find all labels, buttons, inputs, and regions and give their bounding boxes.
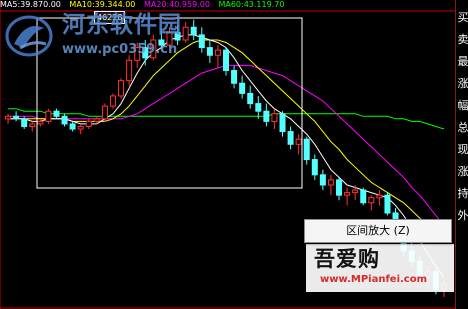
candle-down	[263, 110, 270, 122]
candle-up	[126, 59, 133, 82]
candle-up	[93, 118, 100, 122]
candle-down	[190, 26, 197, 36]
quote-panel-label: 外	[457, 209, 468, 222]
candle-up	[29, 123, 36, 127]
candle-up	[352, 189, 359, 194]
candle-up	[109, 95, 116, 107]
candle-down	[408, 250, 415, 262]
candle-up	[440, 283, 447, 290]
selection-value-label: 46228	[94, 11, 126, 24]
candle-up	[424, 270, 431, 278]
candle-down	[287, 131, 294, 145]
candle-up	[77, 125, 84, 130]
candle-down	[239, 82, 246, 94]
candle-down	[360, 189, 367, 204]
candle-down	[13, 115, 20, 120]
candle-up	[45, 110, 52, 122]
zoom-interval-menu-item[interactable]: 区间放大 (Z)	[305, 220, 451, 242]
candles-group	[5, 19, 447, 297]
candle-up	[295, 138, 302, 145]
candle-up	[134, 47, 141, 61]
ma5-label: MA5:39.870.00	[0, 0, 61, 9]
chart-gridlines	[0, 0, 455, 309]
context-menu: 区间放大 (Z)	[304, 219, 452, 243]
candle-down	[21, 118, 28, 127]
quote-panel-label: 买	[457, 11, 468, 24]
candle-down	[158, 39, 165, 46]
candle-down	[198, 34, 205, 49]
quote-panel-label: 涨	[457, 165, 468, 178]
candle-down	[142, 47, 149, 59]
candle-up	[101, 105, 108, 120]
stock-chart-window[interactable]: MA5:39.870.00 MA10:39.344.00 MA20:40.959…	[0, 0, 468, 309]
quote-panel-label: 持	[457, 187, 468, 200]
ma10-label: MA10:39.344.00	[69, 0, 136, 9]
candle-down	[416, 260, 423, 278]
quote-panel-label: 卖	[457, 33, 468, 46]
quote-panel-label: 最	[457, 55, 468, 68]
candle-down	[303, 138, 310, 161]
candle-down	[384, 194, 391, 214]
candle-up	[344, 192, 351, 196]
candle-up	[118, 80, 125, 97]
ma20-label: MA20:40.959.00	[143, 0, 210, 9]
quote-panel-label: 现	[457, 143, 468, 156]
candle-up	[166, 31, 173, 46]
candle-down	[279, 113, 286, 133]
candle-down	[53, 110, 60, 117]
candle-down	[174, 31, 181, 41]
candle-up	[376, 194, 383, 199]
candle-down	[69, 123, 76, 130]
quote-panel-label: 涨	[457, 77, 468, 90]
quote-panel-label: 幅	[457, 99, 468, 112]
candle-up	[85, 120, 92, 127]
candle-up	[37, 120, 44, 125]
candle-up	[5, 115, 12, 120]
candle-down	[61, 115, 68, 125]
candle-down	[255, 103, 262, 112]
candle-up	[368, 197, 375, 204]
candle-down	[206, 47, 213, 56]
candle-down	[336, 179, 343, 196]
candle-up	[182, 26, 189, 41]
candle-up	[214, 49, 221, 56]
candle-up	[327, 179, 334, 186]
candle-down	[222, 49, 230, 72]
quote-side-panel: 买卖最涨幅总现涨持外	[455, 0, 468, 309]
candle-up	[150, 39, 157, 59]
candle-down	[319, 174, 326, 186]
candle-down	[247, 92, 254, 105]
candle-down	[432, 270, 439, 290]
candle-down	[231, 70, 238, 84]
quote-panel-label: 总	[457, 121, 468, 134]
candlestick-chart[interactable]	[0, 0, 468, 309]
candle-up	[271, 113, 278, 122]
ma20-line	[8, 64, 445, 227]
ma60-label: MA60:43.119.70	[218, 0, 285, 9]
ma-header: MA5:39.870.00 MA10:39.344.00 MA20:40.959…	[0, 0, 290, 9]
candle-down	[311, 159, 318, 176]
